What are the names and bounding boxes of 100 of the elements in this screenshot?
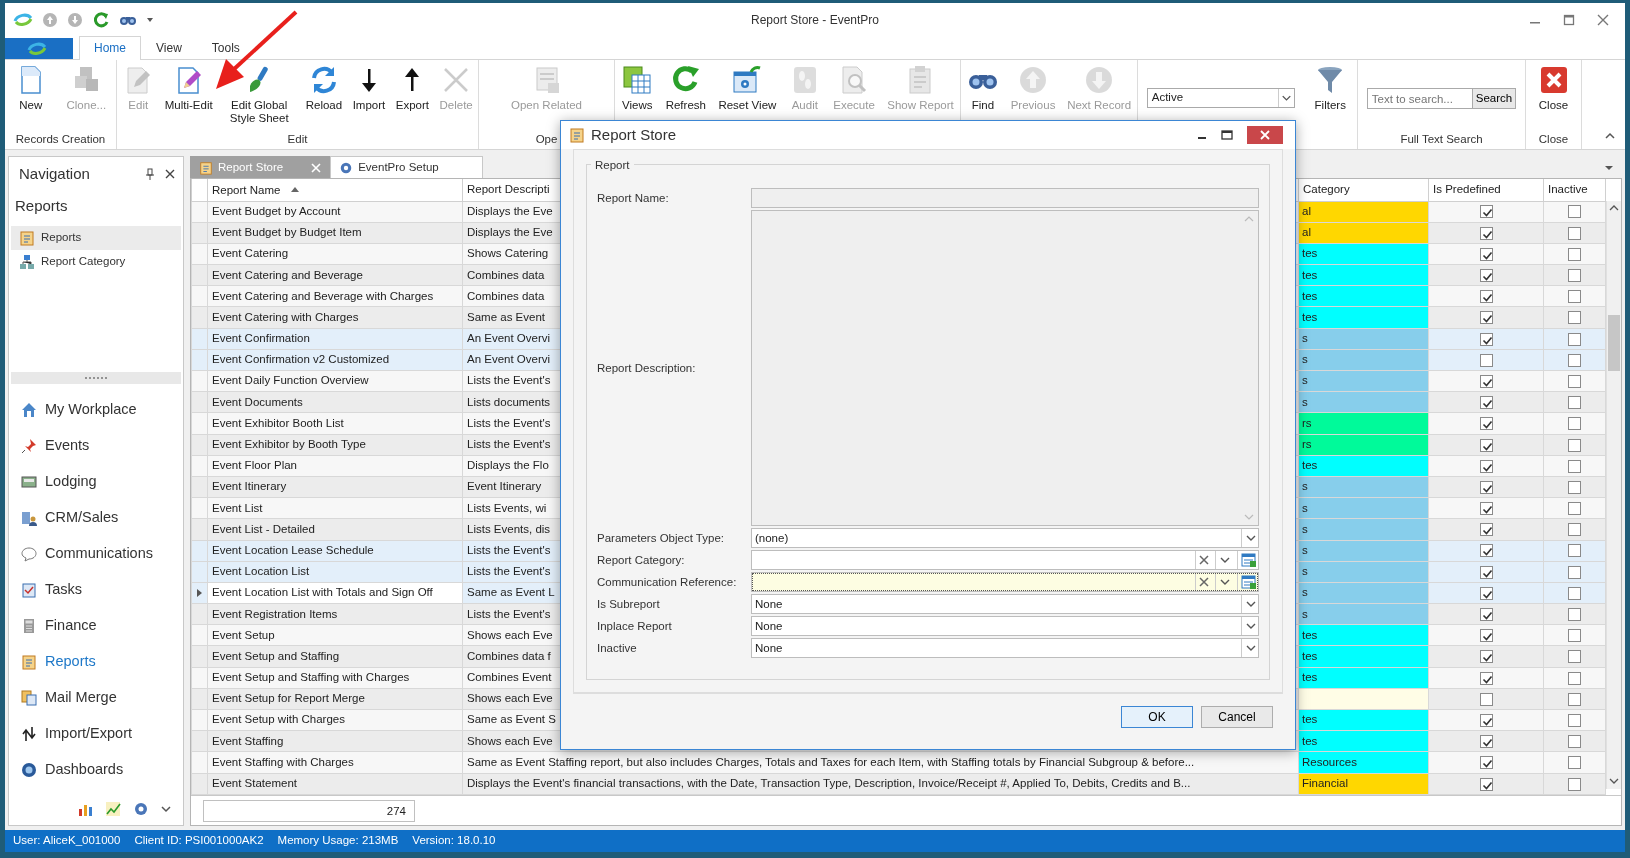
checkbox[interactable]	[1479, 417, 1493, 431]
app-menu-button[interactable]	[5, 38, 73, 59]
checkbox[interactable]	[1479, 311, 1493, 325]
nav-module[interactable]: Lodging	[9, 463, 183, 500]
caret-icon[interactable]	[1604, 164, 1614, 171]
checkbox[interactable]	[1479, 332, 1493, 346]
checkbox[interactable]	[1568, 226, 1581, 240]
ribbon-tab[interactable]: Home	[79, 36, 141, 60]
lookup-table-icon[interactable]	[1241, 574, 1257, 591]
lookup-field[interactable]	[751, 572, 1259, 593]
checkbox[interactable]	[1568, 396, 1581, 410]
ribbon-button[interactable]: Multi-Edit	[162, 64, 215, 112]
checkbox[interactable]	[1568, 269, 1581, 282]
lookup-table-icon[interactable]	[1241, 552, 1257, 569]
checkbox[interactable]	[1479, 671, 1493, 685]
ribbon-button[interactable]: Close	[1535, 64, 1572, 112]
ribbon-button[interactable]: Reset View	[716, 64, 779, 112]
checkbox[interactable]	[1479, 565, 1493, 579]
dropdown[interactable]: None	[751, 594, 1259, 615]
checkbox[interactable]	[1479, 756, 1493, 770]
checkbox[interactable]	[1479, 713, 1493, 727]
checkbox[interactable]	[1568, 735, 1581, 749]
ribbon-button[interactable]: Refresh	[663, 64, 708, 112]
checkbox[interactable]	[1568, 438, 1581, 452]
ribbon-tab[interactable]: Tools	[196, 36, 255, 60]
checkbox[interactable]	[1479, 226, 1493, 240]
nav-module[interactable]: CRM/Sales	[9, 499, 183, 536]
checkbox[interactable]	[1568, 353, 1581, 367]
checkbox[interactable]	[1568, 586, 1581, 600]
binoculars-icon[interactable]	[119, 14, 137, 26]
checkbox[interactable]	[1479, 650, 1493, 664]
close-icon[interactable]	[1597, 14, 1609, 26]
grip-icon[interactable]	[84, 375, 108, 380]
chevron-up-icon[interactable]	[1605, 130, 1615, 139]
dropdown[interactable]: (none)	[751, 528, 1259, 549]
ribbon-button[interactable]: New	[12, 64, 49, 112]
nav-module[interactable]: Finance	[9, 607, 183, 644]
lookup-field[interactable]	[751, 550, 1259, 571]
checkbox[interactable]	[1568, 480, 1581, 494]
dropdown[interactable]: None	[751, 616, 1259, 637]
checkbox[interactable]	[1479, 629, 1493, 643]
checkbox[interactable]	[1479, 523, 1493, 537]
column-header[interactable]: Category	[1298, 179, 1429, 201]
ribbon-button[interactable]: Import	[350, 64, 388, 112]
checkbox[interactable]	[1568, 692, 1581, 706]
checkbox[interactable]	[1479, 353, 1493, 367]
close-button[interactable]	[1247, 126, 1283, 144]
checkbox[interactable]	[1568, 417, 1581, 431]
column-header[interactable]: Inactive	[1543, 179, 1606, 201]
checkbox[interactable]	[1479, 608, 1493, 621]
dialog-button[interactable]: Cancel	[1201, 705, 1273, 728]
ribbon-tab[interactable]: View	[141, 36, 197, 60]
checkbox[interactable]	[1568, 311, 1581, 325]
ribbon-button[interactable]: Find	[964, 64, 1001, 112]
nav-module[interactable]: Tasks	[9, 571, 183, 608]
column-header[interactable]: Is Predefined	[1428, 179, 1544, 201]
checkbox[interactable]	[1568, 756, 1581, 770]
ribbon-button[interactable]: Edit Global Style Sheet	[221, 64, 298, 125]
checkbox[interactable]	[1568, 502, 1581, 516]
checkbox[interactable]	[1568, 671, 1581, 685]
checkbox[interactable]	[1479, 438, 1493, 452]
checkbox[interactable]	[1568, 777, 1581, 791]
checkbox[interactable]	[1568, 247, 1581, 261]
checkbox[interactable]	[1479, 502, 1493, 516]
checkbox[interactable]	[1568, 290, 1581, 304]
checkbox[interactable]	[1479, 374, 1493, 388]
search-field[interactable]: Text to search...	[1366, 88, 1473, 109]
nav-module[interactable]: Import/Export	[9, 715, 183, 752]
checkbox[interactable]	[1479, 396, 1493, 410]
checkbox[interactable]	[1479, 205, 1493, 219]
checkbox[interactable]	[1568, 332, 1581, 346]
checkbox[interactable]	[1479, 544, 1493, 558]
nav-module[interactable]: Events	[9, 427, 183, 464]
checkbox[interactable]	[1568, 544, 1581, 558]
logo-icon[interactable]	[13, 12, 33, 28]
checkbox[interactable]	[1479, 480, 1493, 494]
dropdown[interactable]: Active	[1146, 88, 1295, 108]
checkbox[interactable]	[1568, 650, 1581, 664]
nav-module[interactable]: Mail Merge	[9, 679, 183, 716]
ribbon-button[interactable]: Reload	[303, 64, 345, 112]
checkbox[interactable]	[1568, 459, 1581, 473]
ribbon-button[interactable]: Export	[393, 64, 431, 112]
close-icon[interactable]	[165, 169, 175, 179]
scrollbar[interactable]	[1606, 201, 1621, 789]
nav-module[interactable]: Communications	[9, 535, 183, 572]
checkbox[interactable]	[1568, 565, 1581, 579]
dialog-button[interactable]: OK	[1121, 705, 1193, 728]
checkbox[interactable]	[1479, 735, 1493, 749]
document-tab[interactable]: EventPro Setup	[330, 156, 483, 178]
checkbox[interactable]	[1568, 629, 1581, 643]
clear-icon[interactable]	[1199, 577, 1209, 588]
checkbox[interactable]	[1479, 269, 1493, 282]
checkbox[interactable]	[1479, 692, 1493, 706]
gear-icon[interactable]	[133, 801, 149, 817]
checkbox[interactable]	[1479, 586, 1493, 600]
search-button[interactable]: Search	[1472, 88, 1517, 109]
nav-item[interactable]: Report Category	[11, 249, 181, 274]
checkbox[interactable]	[1479, 777, 1493, 791]
nav-module[interactable]: My Workplace	[9, 391, 183, 428]
checkbox[interactable]	[1568, 374, 1581, 388]
